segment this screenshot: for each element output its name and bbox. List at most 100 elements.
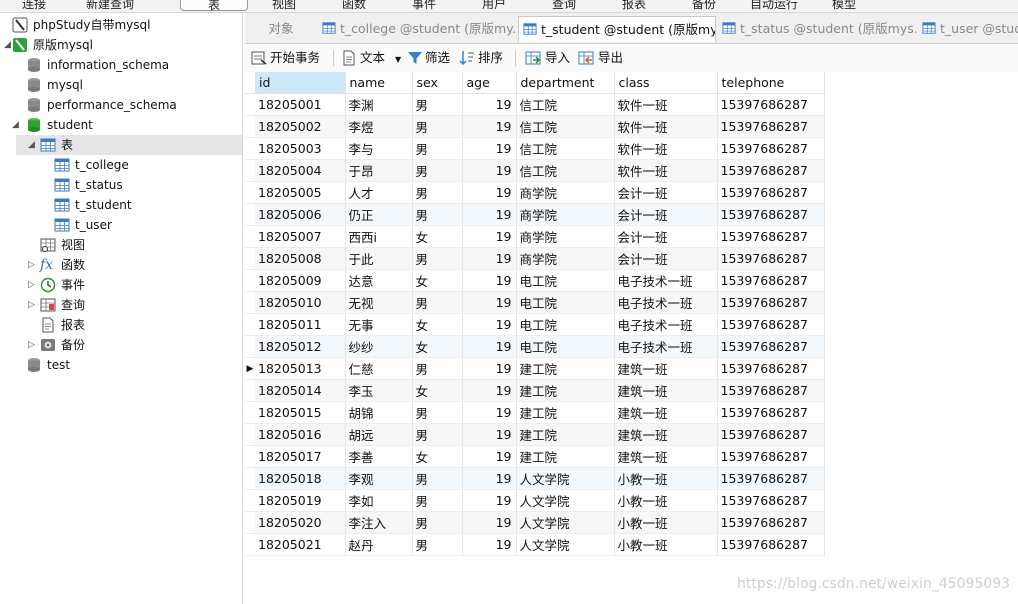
cell-id[interactable]: 18205016 — [255, 423, 346, 446]
cell-age[interactable]: 19 — [462, 313, 517, 336]
cell-age[interactable]: 19 — [462, 445, 517, 468]
cell-sex[interactable]: 男 — [412, 159, 463, 182]
cell-age[interactable]: 19 — [462, 137, 517, 160]
column-header-telephone[interactable]: telephone — [717, 72, 825, 94]
cell-telephone[interactable]: 15397686287 — [717, 533, 825, 556]
column-header-department[interactable]: department — [516, 72, 615, 94]
cell-id[interactable]: 18205004 — [255, 159, 346, 182]
cell-telephone[interactable]: 15397686287 — [717, 489, 825, 512]
table-row[interactable]: 18205018 李观男 19 人文学院 小教一班 15397686287 — [245, 467, 825, 490]
table-row[interactable]: ▶ 18205013 仁慈男 19 建工院 建筑一班 15397686287 — [245, 357, 825, 380]
cell-id[interactable]: 18205002 — [255, 115, 346, 138]
tab-objects[interactable]: 对象 — [245, 16, 317, 42]
column-header-id[interactable]: id — [255, 72, 346, 94]
menu-view[interactable]: 视图 — [272, 0, 296, 12]
cell-department[interactable]: 建工院 — [516, 379, 615, 402]
row-indicator[interactable] — [245, 423, 255, 446]
cell-sex[interactable]: 女 — [412, 445, 463, 468]
cell-sex[interactable]: 男 — [412, 511, 463, 534]
cell-class[interactable]: 小教一班 — [614, 467, 718, 490]
cell-telephone[interactable]: 15397686287 — [717, 467, 825, 490]
cell-department[interactable]: 建工院 — [516, 401, 615, 424]
cell-class[interactable]: 会计一班 — [614, 203, 718, 226]
table-row[interactable]: 18205007 西西i 女 19 商学院 会计一班 15397686287 — [245, 225, 825, 248]
cell-id[interactable]: 18205007 — [255, 225, 346, 248]
tab-t-student[interactable]: t_student @student (原版my... — [518, 16, 716, 42]
row-indicator[interactable] — [245, 533, 255, 556]
row-indicator[interactable] — [245, 467, 255, 490]
table-row[interactable]: 18205011 无事女 19 电工院 电子技术一班 15397686287 — [245, 313, 825, 336]
menu-user[interactable]: 用户 — [482, 0, 506, 12]
cell-sex[interactable]: 男 — [412, 137, 463, 160]
cell-name[interactable]: 纱纱 — [345, 335, 413, 358]
cell-name[interactable]: 西西i — [345, 225, 413, 248]
cell-sex[interactable]: 男 — [412, 489, 463, 512]
cell-class[interactable]: 建筑一班 — [614, 401, 718, 424]
cell-name[interactable]: 赵丹 — [345, 533, 413, 556]
collapsed-arrow-icon[interactable]: ▷ — [28, 255, 35, 275]
cell-telephone[interactable]: 15397686287 — [717, 291, 825, 314]
cell-sex[interactable]: 女 — [412, 269, 463, 292]
cell-id[interactable]: 18205017 — [255, 445, 346, 468]
cell-class[interactable]: 电子技术一班 — [614, 335, 718, 358]
cell-telephone[interactable]: 15397686287 — [717, 379, 825, 402]
sort-button[interactable]: 排序 — [459, 48, 503, 68]
cell-department[interactable]: 信工院 — [516, 137, 615, 160]
cell-age[interactable]: 19 — [462, 335, 517, 358]
table-row[interactable]: 18205002 李煜男 19 信工院 软件一班 15397686287 — [245, 115, 825, 138]
cell-name[interactable]: 仁慈 — [345, 357, 413, 380]
cell-department[interactable]: 人文学院 — [516, 489, 615, 512]
cell-sex[interactable]: 男 — [412, 357, 463, 380]
cell-department[interactable]: 人文学院 — [516, 467, 615, 490]
cell-age[interactable]: 19 — [462, 115, 517, 138]
table-row[interactable]: 18205014 李玉女 19 建工院 建筑一班 15397686287 — [245, 379, 825, 402]
cell-department[interactable]: 商学院 — [516, 181, 615, 204]
cell-name[interactable]: 达意 — [345, 269, 413, 292]
row-indicator[interactable] — [245, 93, 255, 116]
cell-telephone[interactable]: 15397686287 — [717, 225, 825, 248]
row-indicator[interactable] — [245, 313, 255, 336]
cell-telephone[interactable]: 15397686287 — [717, 511, 825, 534]
table-row[interactable]: 18205012 纱纱女 19 电工院 电子技术一班 15397686287 — [245, 335, 825, 358]
cell-department[interactable]: 电工院 — [516, 335, 615, 358]
menu-connect[interactable]: 连接 — [22, 0, 46, 12]
cell-age[interactable]: 19 — [462, 181, 517, 204]
collapsed-arrow-icon[interactable]: ▷ — [28, 295, 35, 315]
tab-t-college[interactable]: t_college @student (原版my... — [318, 16, 516, 42]
row-indicator[interactable] — [245, 291, 255, 314]
row-indicator[interactable] — [245, 511, 255, 534]
cell-sex[interactable]: 男 — [412, 467, 463, 490]
cell-telephone[interactable]: 15397686287 — [717, 159, 825, 182]
row-indicator[interactable] — [245, 225, 255, 248]
cell-name[interactable]: 李注入 — [345, 511, 413, 534]
cell-id[interactable]: 18205021 — [255, 533, 346, 556]
cell-sex[interactable]: 女 — [412, 313, 463, 336]
cell-age[interactable]: 19 — [462, 269, 517, 292]
cell-department[interactable]: 建工院 — [516, 357, 615, 380]
menu-report[interactable]: 报表 — [622, 0, 646, 12]
row-indicator[interactable] — [245, 115, 255, 138]
cell-class[interactable]: 电子技术一班 — [614, 313, 718, 336]
cell-department[interactable]: 人文学院 — [516, 511, 615, 534]
cell-department[interactable]: 建工院 — [516, 423, 615, 446]
cell-age[interactable]: 19 — [462, 533, 517, 556]
cell-department[interactable]: 商学院 — [516, 203, 615, 226]
cell-age[interactable]: 19 — [462, 93, 517, 116]
cell-class[interactable]: 软件一班 — [614, 159, 718, 182]
cell-age[interactable]: 19 — [462, 159, 517, 182]
collapsed-arrow-icon[interactable]: ▷ — [28, 335, 35, 355]
cell-sex[interactable]: 男 — [412, 115, 463, 138]
cell-class[interactable]: 电子技术一班 — [614, 269, 718, 292]
cell-department[interactable]: 商学院 — [516, 225, 615, 248]
cell-telephone[interactable]: 15397686287 — [717, 313, 825, 336]
cell-name[interactable]: 李与 — [345, 137, 413, 160]
cell-sex[interactable]: 男 — [412, 533, 463, 556]
cell-department[interactable]: 信工院 — [516, 115, 615, 138]
cell-name[interactable]: 于此 — [345, 247, 413, 270]
cell-department[interactable]: 信工院 — [516, 159, 615, 182]
column-header-sex[interactable]: sex — [412, 72, 463, 94]
cell-age[interactable]: 19 — [462, 247, 517, 270]
cell-department[interactable]: 电工院 — [516, 313, 615, 336]
column-header-class[interactable]: class — [614, 72, 718, 94]
table-row[interactable]: 18205015 胡锦男 19 建工院 建筑一班 15397686287 — [245, 401, 825, 424]
